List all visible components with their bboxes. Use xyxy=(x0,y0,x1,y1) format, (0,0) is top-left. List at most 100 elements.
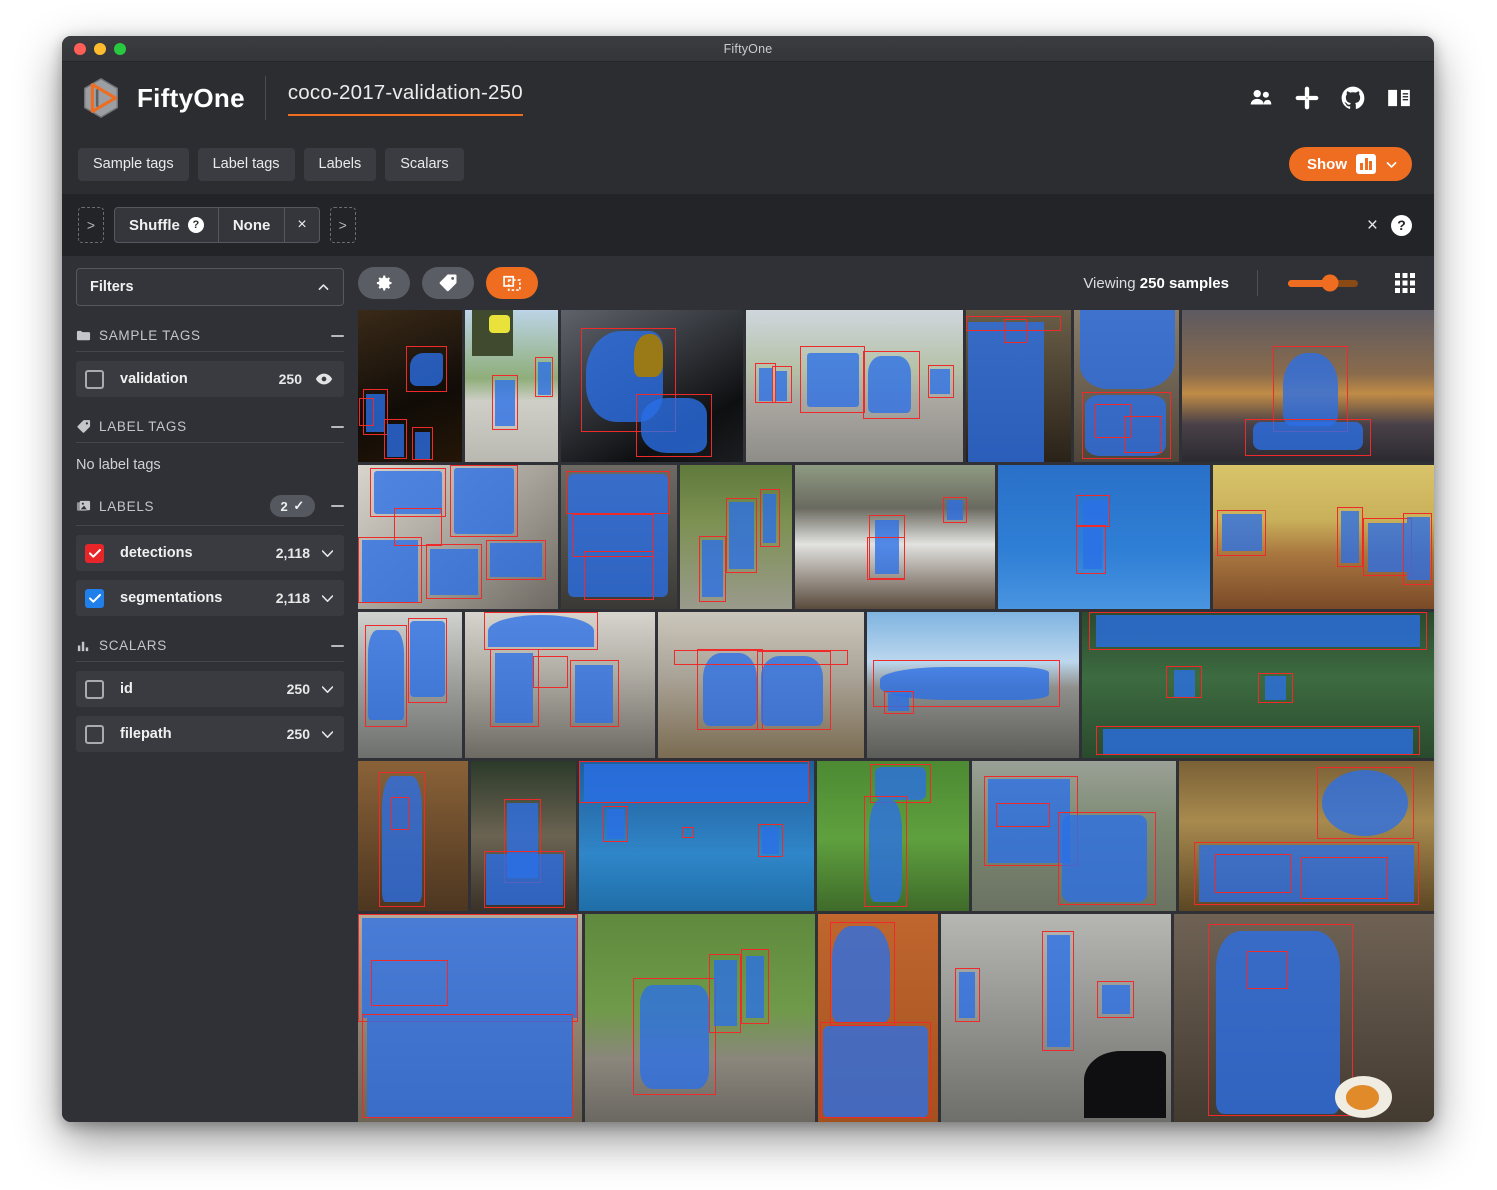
add-stage-slot-right[interactable]: > xyxy=(329,207,356,243)
badge-count: 2 xyxy=(280,498,289,514)
settings-gear-button[interactable] xyxy=(358,267,410,299)
collapse-icon[interactable] xyxy=(331,425,344,428)
app-window: FiftyOne FiftyOne coco-2017-validation-2… xyxy=(62,36,1434,1122)
sample-tile[interactable] xyxy=(941,914,1171,1122)
show-button[interactable]: Show xyxy=(1289,147,1412,181)
add-stage-slot-left[interactable]: > xyxy=(78,207,104,243)
sample-tile[interactable] xyxy=(1174,914,1434,1122)
header-icon-group xyxy=(1248,85,1412,111)
caret-down-icon[interactable] xyxy=(322,594,333,602)
zoom-slider[interactable] xyxy=(1288,274,1358,292)
tag-file-icon xyxy=(76,330,91,341)
sample-tile[interactable] xyxy=(966,310,1071,462)
checkbox[interactable] xyxy=(85,543,104,563)
sidebar-row-filepath[interactable]: filepath 250 xyxy=(76,716,344,752)
sample-tile[interactable] xyxy=(680,465,792,609)
sample-tile[interactable] xyxy=(358,914,582,1122)
tag-button[interactable] xyxy=(422,267,474,299)
view-stage-value[interactable]: None xyxy=(219,208,286,242)
sample-tile[interactable] xyxy=(746,310,963,462)
sidebar-row-segmentations[interactable]: segmentations 2,118 xyxy=(76,580,344,616)
sample-tile[interactable] xyxy=(561,310,743,462)
users-icon[interactable] xyxy=(1248,85,1274,111)
sample-tile[interactable] xyxy=(817,761,969,911)
docs-book-icon[interactable] xyxy=(1386,85,1412,111)
sample-tile[interactable] xyxy=(867,612,1079,758)
sample-tile[interactable] xyxy=(1074,310,1179,462)
section-scalars: SCALARS id 250 filepath 250 xyxy=(76,638,344,752)
app-header: FiftyOne coco-2017-validation-250 xyxy=(62,62,1434,134)
row-label: segmentations xyxy=(120,590,223,606)
window-title: FiftyOne xyxy=(723,41,773,56)
sample-tile[interactable] xyxy=(358,310,462,462)
sample-tile[interactable] xyxy=(465,310,558,462)
checkbox[interactable] xyxy=(85,588,104,608)
view-stage-name[interactable]: Shuffle ? xyxy=(115,208,219,242)
collapse-icon[interactable] xyxy=(331,644,344,647)
toolbar-divider xyxy=(1257,270,1258,296)
grid-row xyxy=(358,465,1434,609)
caret-down-icon[interactable] xyxy=(322,685,333,693)
sidebar-row-detections[interactable]: detections 2,118 xyxy=(76,535,344,571)
sample-grid[interactable] xyxy=(358,310,1434,1122)
sample-tile[interactable] xyxy=(358,612,462,758)
view-bar: > Shuffle ? None × > × ? xyxy=(62,194,1434,256)
view-stage-shuffle[interactable]: Shuffle ? None × xyxy=(114,207,320,243)
sample-tile[interactable] xyxy=(795,465,995,609)
section-header[interactable]: LABEL TAGS xyxy=(76,419,344,443)
sample-tile[interactable] xyxy=(1213,465,1434,609)
view-stage-close-icon[interactable]: × xyxy=(285,208,318,242)
row-count: 2,118 xyxy=(275,545,310,561)
section-labels: LABELS 2 ✓ detections 2,118 segmentation… xyxy=(76,495,344,616)
section-header[interactable]: SAMPLE TAGS xyxy=(76,328,344,352)
tab-sample-tags[interactable]: Sample tags xyxy=(78,147,189,181)
patches-button[interactable] xyxy=(486,267,538,299)
grid-3x3-icon[interactable] xyxy=(1394,272,1416,294)
sample-tile[interactable] xyxy=(1179,761,1434,911)
sample-tile[interactable] xyxy=(1182,310,1434,462)
filters-label: Filters xyxy=(90,279,134,295)
sample-tile[interactable] xyxy=(579,761,814,911)
github-icon[interactable] xyxy=(1340,85,1366,111)
sample-tile[interactable] xyxy=(465,612,655,758)
row-label: filepath xyxy=(120,726,172,742)
sample-tile[interactable] xyxy=(818,914,938,1122)
brand-block[interactable]: FiftyOne xyxy=(78,75,245,121)
tab-label-tags[interactable]: Label tags xyxy=(197,147,295,181)
checkbox[interactable] xyxy=(85,369,104,389)
chevron-down-icon xyxy=(1386,161,1397,168)
bar-chart-icon xyxy=(77,641,89,652)
slack-icon[interactable] xyxy=(1294,85,1320,111)
sample-tile[interactable] xyxy=(561,465,677,609)
sidebar-row-validation[interactable]: validation 250 xyxy=(76,361,344,397)
sample-tile[interactable] xyxy=(998,465,1210,609)
view-stage-label: Shuffle xyxy=(129,216,180,234)
clear-view-icon[interactable]: × xyxy=(1367,216,1378,235)
tab-labels[interactable]: Labels xyxy=(303,147,377,181)
checkbox[interactable] xyxy=(85,679,104,699)
sample-tile[interactable] xyxy=(358,465,558,609)
filters-toggle[interactable]: Filters xyxy=(76,268,344,306)
checkbox[interactable] xyxy=(85,724,104,744)
sample-tile[interactable] xyxy=(658,612,864,758)
viewbar-help-icon[interactable]: ? xyxy=(1391,214,1412,236)
section-title: SAMPLE TAGS xyxy=(99,328,201,343)
sample-tile[interactable] xyxy=(471,761,576,911)
sample-tile[interactable] xyxy=(1082,612,1434,758)
sample-tile[interactable] xyxy=(358,761,468,911)
zoom-slider-knob[interactable] xyxy=(1321,274,1339,292)
help-icon[interactable]: ? xyxy=(187,217,204,233)
sample-tile[interactable] xyxy=(972,761,1176,911)
collapse-icon[interactable] xyxy=(331,334,344,337)
eye-icon[interactable] xyxy=(315,370,333,388)
labels-selected-badge[interactable]: 2 ✓ xyxy=(270,495,315,517)
section-header[interactable]: LABELS 2 ✓ xyxy=(76,495,344,526)
sample-tile[interactable] xyxy=(585,914,815,1122)
collapse-icon[interactable] xyxy=(331,505,344,507)
tab-scalars[interactable]: Scalars xyxy=(385,147,464,181)
caret-down-icon[interactable] xyxy=(322,730,333,738)
section-header[interactable]: SCALARS xyxy=(76,638,344,662)
caret-down-icon[interactable] xyxy=(322,549,333,557)
sidebar-row-id[interactable]: id 250 xyxy=(76,671,344,707)
dataset-name[interactable]: coco-2017-validation-250 xyxy=(287,81,523,116)
